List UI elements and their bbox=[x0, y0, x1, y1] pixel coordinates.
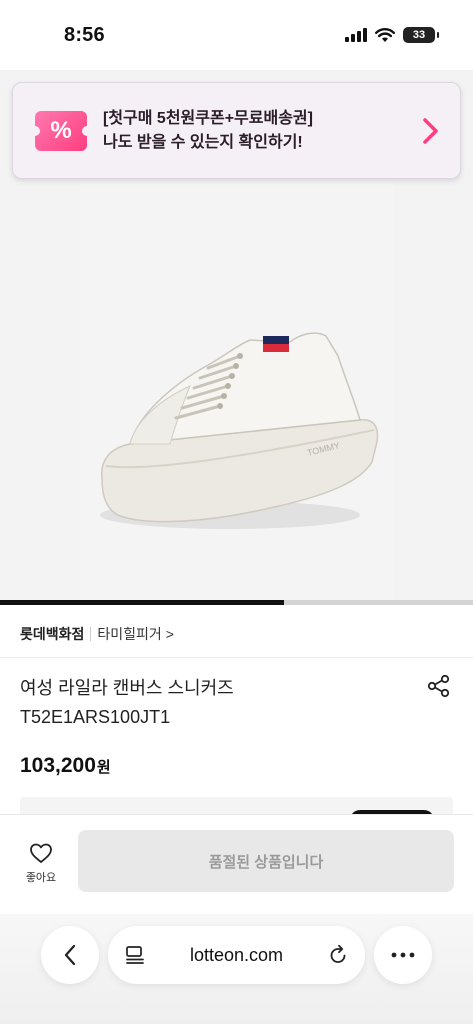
status-bar: 8:56 33 bbox=[0, 0, 473, 70]
price-unit: 원 bbox=[96, 759, 111, 776]
price: 103,200 원 bbox=[20, 754, 111, 778]
breadcrumb-brand-link[interactable]: 타미힐피거 > bbox=[97, 624, 173, 644]
breadcrumb-store[interactable]: 롯데백화점 bbox=[20, 624, 84, 644]
more-options-button[interactable] bbox=[374, 926, 432, 984]
breadcrumb-separator bbox=[90, 627, 92, 641]
wishlist-label: 좋아요 bbox=[25, 872, 57, 884]
product-title: 여성 라일라 캔버스 스니커즈 T52E1ARS100JT1 bbox=[20, 674, 390, 732]
heart-icon bbox=[30, 843, 52, 863]
wishlist-button[interactable]: 좋아요 bbox=[14, 842, 68, 885]
sold-out-button[interactable]: 품절된 상품입니다 bbox=[78, 830, 454, 892]
status-time: 8:56 bbox=[64, 23, 105, 46]
divider bbox=[0, 657, 473, 658]
chevron-left-icon bbox=[64, 944, 76, 966]
breadcrumb: 롯데백화점 타미힐피거 > bbox=[20, 622, 174, 646]
signal-icon bbox=[345, 28, 367, 42]
back-button[interactable] bbox=[41, 926, 99, 984]
first-purchase-promo-banner[interactable]: % [첫구매 5천원쿠폰+무료배송권] 나도 받을 수 있는지 확인하기! bbox=[12, 82, 461, 179]
image-progress-track bbox=[0, 600, 473, 605]
status-icons: 33 bbox=[345, 27, 439, 43]
coupon-percent-icon: % bbox=[30, 110, 92, 151]
product-code: T52E1ARS100JT1 bbox=[20, 707, 171, 727]
share-icon[interactable] bbox=[426, 673, 452, 699]
sneaker-product-image: TOMMY bbox=[100, 332, 379, 529]
product-name: 여성 라일라 캔버스 스니커즈 bbox=[20, 678, 234, 698]
url-text: lotteon.com bbox=[189, 944, 284, 965]
image-progress-fill bbox=[0, 600, 284, 605]
promo-title: [첫구매 5천원쿠폰+무료배송권] bbox=[103, 109, 313, 127]
battery-level: 33 bbox=[412, 29, 426, 41]
address-bar[interactable]: lotteon.com bbox=[108, 926, 365, 984]
reload-icon[interactable] bbox=[327, 944, 349, 966]
battery-icon: 33 bbox=[403, 27, 439, 43]
promo-text: [첫구매 5천원쿠폰+무료배송권] 나도 받을 수 있는지 확인하기! bbox=[103, 107, 420, 155]
promo-subtitle: 나도 받을 수 있는지 확인하기! bbox=[103, 133, 303, 151]
chevron-right-icon[interactable] bbox=[420, 116, 442, 146]
page-menu-icon[interactable] bbox=[124, 944, 146, 966]
price-value: 103,200 bbox=[20, 754, 96, 777]
wifi-icon bbox=[375, 27, 395, 42]
coupon-symbol: % bbox=[50, 116, 72, 144]
more-dots-icon bbox=[391, 952, 415, 958]
